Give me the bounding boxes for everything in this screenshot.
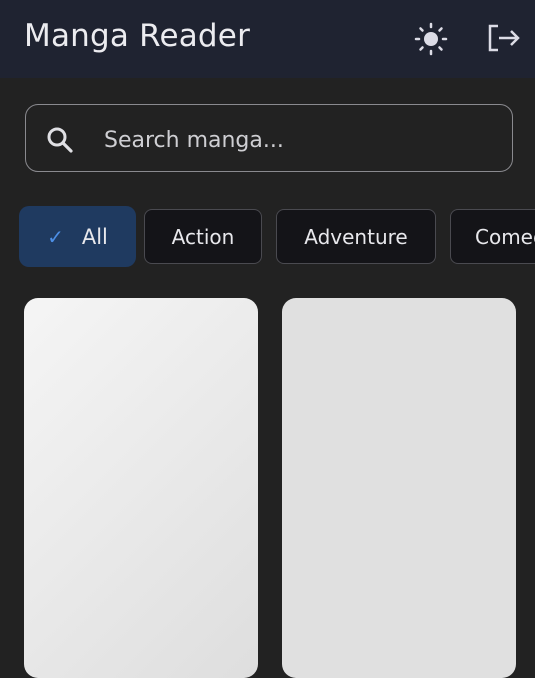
manga-card[interactable]	[24, 298, 258, 678]
sun-icon[interactable]	[414, 22, 448, 60]
chip-label: Action	[171, 224, 235, 249]
manga-card[interactable]	[282, 298, 516, 678]
chip-comedy[interactable]: Comedy	[450, 209, 535, 264]
chip-all[interactable]: ✓ All	[19, 206, 136, 267]
chip-action[interactable]: Action	[144, 209, 262, 264]
search-icon	[47, 127, 73, 153]
check-icon: ✓	[47, 224, 64, 249]
logout-icon[interactable]	[486, 22, 522, 60]
chip-adventure[interactable]: Adventure	[276, 209, 436, 264]
genre-chips: ✓ All Action Adventure Comedy	[0, 205, 535, 269]
chip-label: All	[81, 224, 108, 249]
app-title: Manga Reader	[24, 18, 251, 54]
chip-label: Adventure	[304, 224, 408, 249]
search-field[interactable]	[25, 104, 513, 172]
app-bar: Manga Reader	[0, 0, 535, 78]
search-input[interactable]	[102, 123, 496, 157]
chip-label: Comedy	[475, 224, 535, 249]
